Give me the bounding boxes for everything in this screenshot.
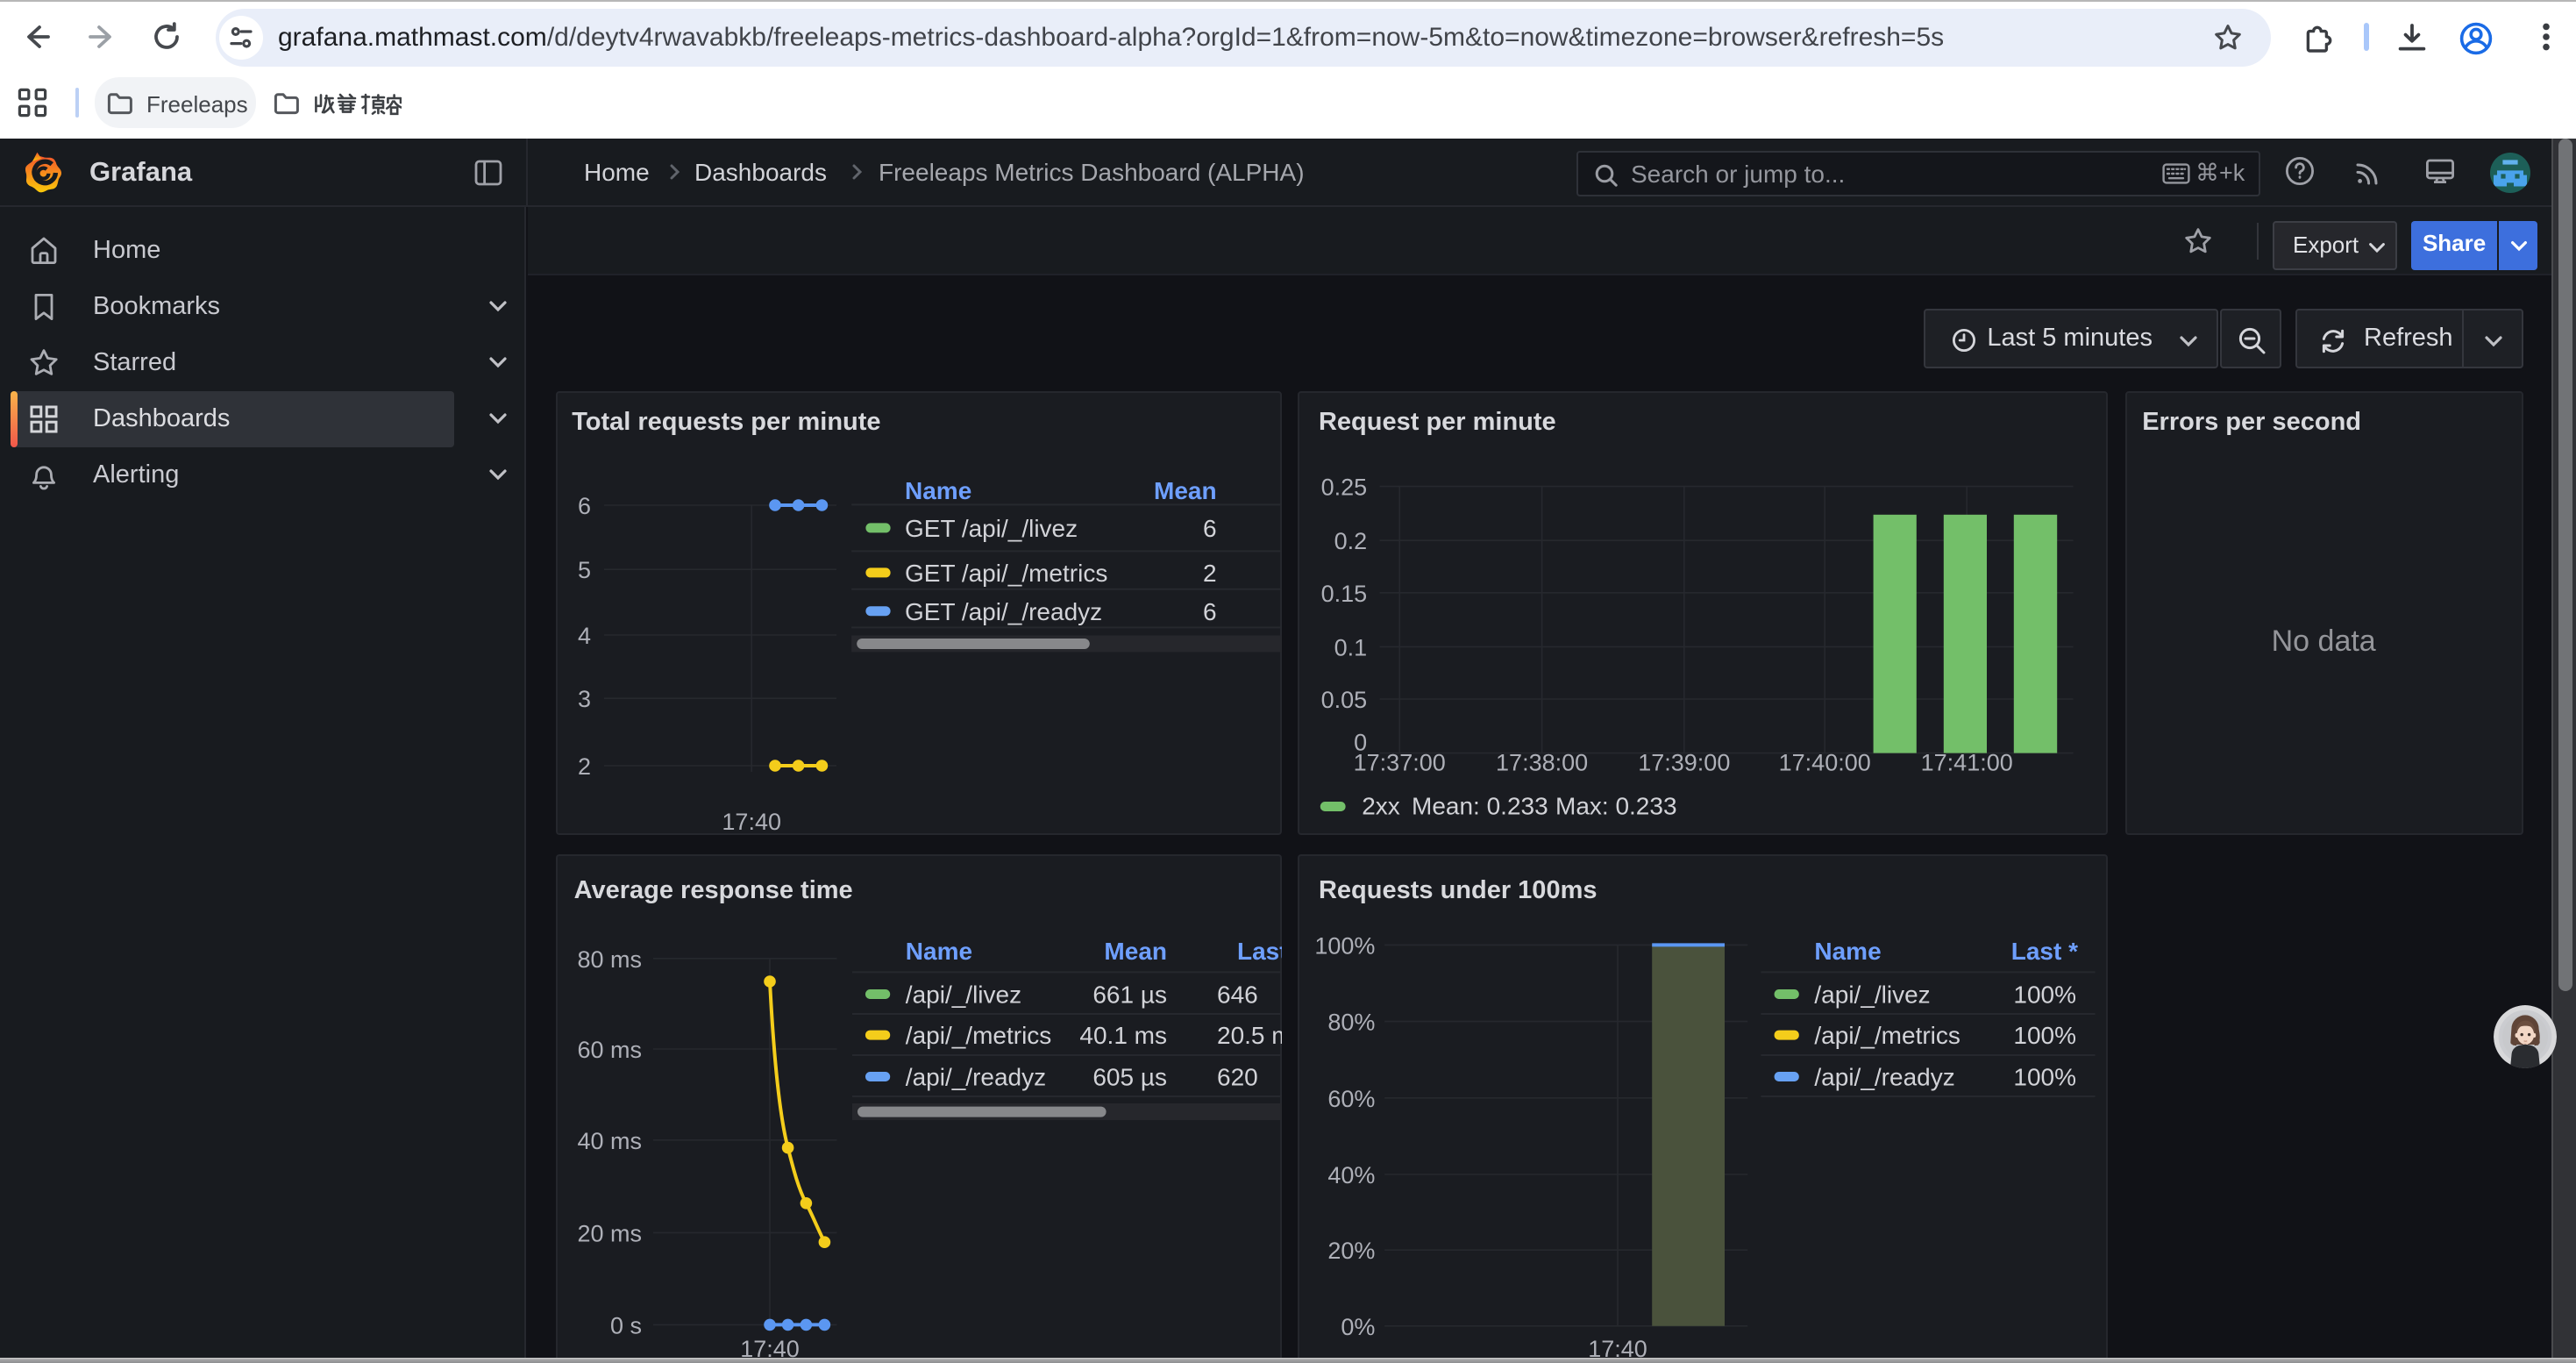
svg-text:40.1 ms: 40.1 ms — [1078, 1022, 1166, 1049]
svg-text:20 ms: 20 ms — [576, 1220, 641, 1246]
svg-text:2xx: 2xx — [1363, 793, 1401, 820]
svg-text:80%: 80% — [1328, 1010, 1376, 1036]
svg-text:2: 2 — [1202, 560, 1216, 588]
svg-text:100%: 100% — [2014, 1064, 2077, 1091]
svg-text:Mean: Mean — [1153, 477, 1216, 504]
svg-text:17:40: 17:40 — [721, 810, 780, 834]
svg-text:3: 3 — [577, 687, 590, 713]
svg-text:100%: 100% — [2014, 981, 2077, 1008]
svg-text:Name: Name — [904, 477, 971, 504]
svg-text:17:39:00: 17:39:00 — [1639, 750, 1731, 776]
svg-text:0.15: 0.15 — [1321, 581, 1368, 607]
svg-text:Last *: Last * — [2012, 938, 2079, 965]
svg-text:Max: 0.233: Max: 0.233 — [1556, 793, 1678, 820]
svg-text:100%: 100% — [1315, 932, 1376, 959]
svg-text:GET /api/_/readyz: GET /api/_/readyz — [904, 598, 1101, 625]
svg-text:4: 4 — [577, 624, 590, 650]
svg-text:Mean: Mean — [1103, 938, 1166, 965]
svg-text:0.25: 0.25 — [1321, 475, 1368, 501]
svg-text:0.2: 0.2 — [1334, 529, 1368, 555]
svg-text:40 ms: 40 ms — [576, 1128, 641, 1154]
svg-text:0.05: 0.05 — [1321, 688, 1368, 714]
svg-text:Name: Name — [1815, 938, 1882, 965]
svg-text:2: 2 — [577, 754, 590, 781]
svg-text:6: 6 — [577, 494, 590, 520]
svg-text:661 µs: 661 µs — [1092, 981, 1166, 1008]
svg-text:17:38:00: 17:38:00 — [1497, 750, 1589, 776]
svg-text:17:40:00: 17:40:00 — [1779, 750, 1871, 776]
svg-text:17:37:00: 17:37:00 — [1354, 750, 1446, 776]
svg-text:Last *: Last * — [1236, 938, 1281, 965]
svg-text:5: 5 — [577, 558, 590, 584]
svg-text:0%: 0% — [1341, 1314, 1376, 1340]
svg-text:/api/_/metrics: /api/_/metrics — [905, 1022, 1051, 1049]
svg-text:605 µs: 605 µs — [1092, 1064, 1166, 1091]
svg-text:20%: 20% — [1328, 1238, 1376, 1264]
svg-text:/api/_/livez: /api/_/livez — [1815, 981, 1931, 1008]
svg-text:/api/_/readyz: /api/_/readyz — [905, 1064, 1045, 1091]
svg-text:100%: 100% — [2014, 1022, 2077, 1049]
svg-text:80 ms: 80 ms — [576, 946, 641, 973]
svg-text:/api/_/readyz: /api/_/readyz — [1815, 1064, 1955, 1091]
svg-text:6: 6 — [1202, 598, 1216, 625]
svg-text:40%: 40% — [1328, 1162, 1376, 1188]
svg-text:/api/_/livez: /api/_/livez — [905, 981, 1021, 1008]
svg-text:6: 6 — [1202, 516, 1216, 543]
svg-text:60 ms: 60 ms — [576, 1037, 641, 1063]
svg-text:0 s: 0 s — [609, 1312, 641, 1338]
svg-text:646: 646 — [1216, 981, 1257, 1008]
svg-text:20.5 m: 20.5 m — [1216, 1022, 1281, 1049]
svg-text:17:41:00: 17:41:00 — [1921, 750, 2013, 776]
svg-text:GET /api/_/livez: GET /api/_/livez — [904, 516, 1077, 543]
svg-text:0.1: 0.1 — [1334, 635, 1368, 661]
svg-text:60%: 60% — [1328, 1086, 1376, 1112]
svg-text:Name: Name — [905, 938, 971, 965]
svg-text:/api/_/metrics: /api/_/metrics — [1815, 1022, 1961, 1049]
svg-text:Mean: 0.233: Mean: 0.233 — [1413, 793, 1549, 820]
svg-text:GET /api/_/metrics: GET /api/_/metrics — [904, 560, 1107, 588]
svg-text:620: 620 — [1216, 1064, 1257, 1091]
